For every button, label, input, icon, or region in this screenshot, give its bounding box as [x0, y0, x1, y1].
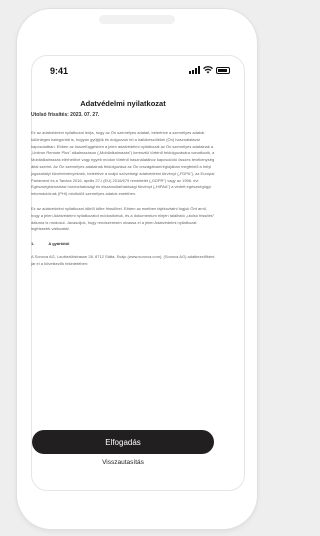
section-number: 1. — [31, 241, 35, 247]
last-updated: Utolsó frissítés: 2023. 07. 27. — [31, 112, 100, 118]
section-heading: 1. A gyártótól — [31, 241, 215, 246]
paragraph-updates: Ez az adatvédelmi nyilatkozat időről idő… — [31, 205, 215, 232]
status-bar: 9:41 — [32, 56, 244, 82]
status-time: 9:41 — [50, 66, 69, 76]
paragraph-controller: A Sonova AG, Laubisrütistrasse 28, 8712 … — [31, 254, 215, 266]
phone-notch — [99, 15, 175, 24]
section-title: A gyártótól — [48, 241, 70, 247]
wifi-icon — [203, 66, 213, 74]
paragraph-intro: Ez az adatvédelmi nyilatkozat leírja, ho… — [31, 130, 215, 197]
accept-button[interactable]: Elfogadás — [32, 430, 214, 454]
status-icons — [189, 66, 230, 74]
signal-icon — [189, 66, 200, 74]
page-title: Adatvédelmi nyilatkozat — [80, 99, 166, 108]
battery-icon — [216, 67, 230, 74]
decline-link[interactable]: Visszautasítás — [32, 459, 214, 471]
privacy-content[interactable]: Adatvédelmi nyilatkozat Utolsó frissítés… — [31, 99, 215, 276]
